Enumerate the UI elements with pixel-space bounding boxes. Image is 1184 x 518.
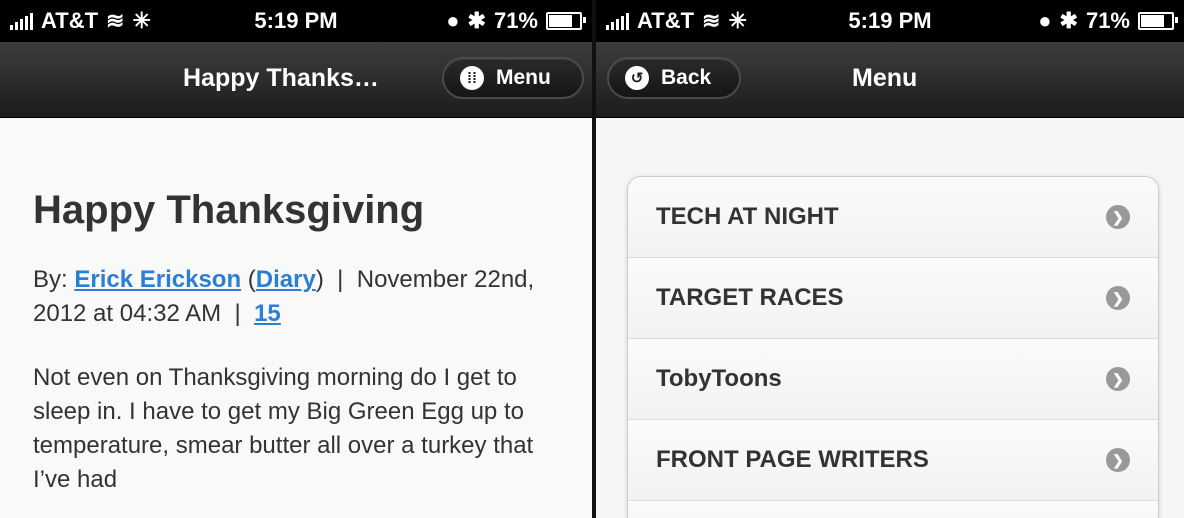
chevron-right-icon: ❯ — [1106, 286, 1130, 310]
nav-title: Menu — [852, 64, 918, 92]
clock-icon: ● — [446, 8, 460, 33]
status-bar: AT&T ≋ ✳ 5:19 PM ● ✱ 71% — [596, 0, 1184, 42]
menu-item[interactable]: TARGET RACES ❯ — [628, 258, 1158, 339]
nav-bar: ↺ Back Menu — [596, 42, 1184, 118]
article-screen: AT&T ≋ ✳ 5:19 PM ● ✱ 71% Happy Thanks… ⁞… — [0, 0, 592, 518]
diary-link[interactable]: Diary — [256, 266, 316, 293]
back-button-label: Back — [661, 66, 712, 89]
grid-icon: ⁞⁞ — [460, 66, 484, 90]
back-arrow-icon: ↺ — [625, 66, 649, 90]
menu-button[interactable]: ⁞⁞ Menu — [442, 57, 584, 99]
menu-item-label: FRONT PAGE WRITERS — [656, 446, 929, 473]
battery-percent: 71% — [1085, 8, 1130, 33]
chevron-right-icon: ❯ — [1106, 367, 1130, 391]
battery-percent: 71% — [493, 8, 538, 33]
author-link[interactable]: Erick Erickson — [74, 266, 241, 293]
menu-item[interactable]: TECH AT NIGHT ❯ — [628, 177, 1158, 258]
comments-link[interactable]: 15 — [254, 300, 281, 327]
menu-item-label: TECH AT NIGHT — [656, 203, 839, 230]
nav-title: Happy Thanks… — [183, 64, 379, 92]
byline: By: Erick Erickson (Diary) | November 22… — [33, 266, 535, 327]
menu-item-label: TobyToons — [656, 365, 782, 392]
article: Happy Thanksgiving By: Erick Erickson (D… — [0, 118, 573, 497]
menu-button-label: Menu — [496, 66, 551, 89]
nav-bar: Happy Thanks… ⁞⁞ Menu — [0, 42, 592, 118]
back-button[interactable]: ↺ Back — [607, 57, 741, 99]
status-bar: AT&T ≋ ✳ 5:19 PM ● ✱ 71% — [0, 0, 592, 42]
clock-icon: ● — [1038, 8, 1052, 33]
battery-icon — [546, 12, 586, 30]
menu-list: TECH AT NIGHT ❯ TARGET RACES ❯ TobyToons… — [627, 176, 1159, 518]
separator: | — [234, 300, 241, 327]
article-title: Happy Thanksgiving — [33, 188, 425, 232]
menu-item[interactable]: TobyToons ❯ — [628, 339, 1158, 420]
separator: | — [337, 266, 344, 293]
menu-screen: AT&T ≋ ✳ 5:19 PM ● ✱ 71% ↺ Back Menu TEC… — [596, 0, 1184, 518]
chevron-right-icon: ❯ — [1106, 205, 1130, 229]
chevron-right-icon: ❯ — [1106, 448, 1130, 472]
battery-icon — [1138, 12, 1178, 30]
article-body: Not even on Thanksgiving morning do I ge… — [33, 364, 534, 493]
bluetooth-icon: ✱ — [1059, 8, 1078, 33]
menu-item-label: TARGET RACES — [656, 284, 844, 311]
menu-item[interactable]: FRONT PAGE WRITERS ❯ — [628, 420, 1158, 501]
by-prefix: By: — [33, 266, 68, 293]
bluetooth-icon: ✱ — [467, 8, 486, 33]
menu-item[interactable] — [628, 501, 1158, 518]
